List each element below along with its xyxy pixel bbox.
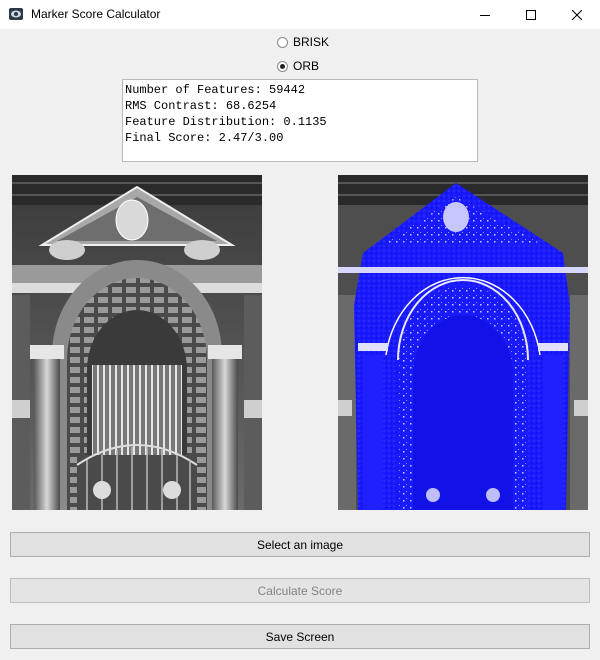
result-line-features: Number of Features: 59442 <box>125 83 306 97</box>
feature-overlay-image <box>338 175 588 510</box>
results-textbox[interactable]: Number of Features: 59442 RMS Contrast: 6… <box>122 79 478 162</box>
close-icon <box>572 9 582 20</box>
minimize-icon <box>480 14 490 16</box>
result-line-contrast: RMS Contrast: 68.6254 <box>125 99 277 113</box>
select-image-button[interactable]: Select an image <box>10 532 590 557</box>
radio-button-orb[interactable] <box>277 60 288 72</box>
close-button[interactable] <box>554 0 600 29</box>
app-icon <box>9 8 23 20</box>
radio-button-brisk[interactable] <box>277 36 288 48</box>
title-bar: Marker Score Calculator <box>0 0 600 29</box>
save-screen-button[interactable]: Save Screen <box>10 624 590 649</box>
window-title: Marker Score Calculator <box>31 7 161 21</box>
calculate-score-button[interactable]: Calculate Score <box>10 578 590 603</box>
radio-brisk[interactable]: BRISK <box>277 33 329 51</box>
radio-orb[interactable]: ORB <box>277 57 319 75</box>
result-line-final-score: Final Score: 2.47/3.00 <box>125 131 284 145</box>
maximize-icon <box>526 9 536 20</box>
maximize-button[interactable] <box>508 0 554 29</box>
minimize-button[interactable] <box>462 0 508 29</box>
result-line-distribution: Feature Distribution: 0.1135 <box>125 115 327 129</box>
original-image <box>12 175 262 510</box>
radio-label-orb: ORB <box>293 59 320 73</box>
radio-label-brisk: BRISK <box>293 35 330 49</box>
